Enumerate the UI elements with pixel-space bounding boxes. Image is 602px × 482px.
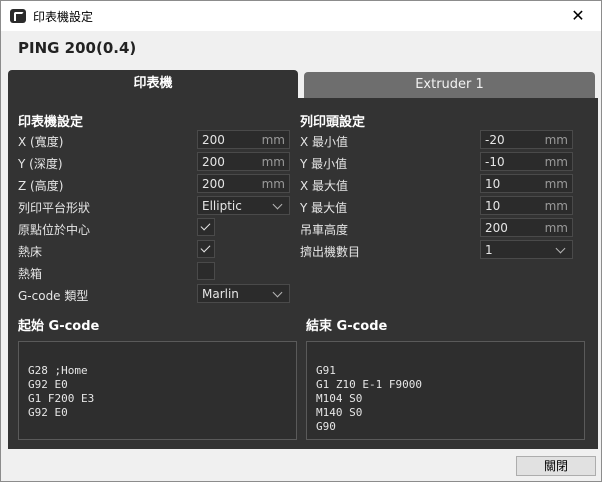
window-title: 印表機設定 <box>33 10 94 24</box>
y-depth-unit: mm <box>261 155 285 169</box>
printhead-settings-title: 列印頭設定 <box>300 115 366 130</box>
heated-volume-checkbox[interactable] <box>197 262 215 280</box>
close-icon[interactable]: ✕ <box>555 1 601 31</box>
x-max-input[interactable]: 10 mm <box>480 174 573 193</box>
heated-bed-label: 熱床 <box>18 245 43 259</box>
gantry-height-input[interactable]: 200 mm <box>480 218 573 237</box>
printer-settings-dialog: 印表機設定 ✕ PING 200(0.4) 印表機 Extruder 1 印表機… <box>0 0 602 482</box>
x-max-value: 10 <box>485 177 501 191</box>
x-width-value: 200 <box>202 133 225 147</box>
y-depth-value: 200 <box>202 155 225 169</box>
x-min-input[interactable]: -20 mm <box>480 130 573 149</box>
heated-volume-label: 熱箱 <box>18 267 43 281</box>
x-min-label: X 最小值 <box>300 135 349 149</box>
x-max-unit: mm <box>544 177 568 191</box>
origin-at-center-checkbox[interactable] <box>197 218 215 236</box>
extruder-count-value: 1 <box>485 243 493 257</box>
x-width-label: X (寬度) <box>18 135 64 149</box>
build-plate-shape-label: 列印平台形狀 <box>18 201 91 215</box>
z-height-value: 200 <box>202 177 225 191</box>
start-gcode-title: 起始 G-code <box>18 319 100 334</box>
chevron-down-icon <box>272 199 283 210</box>
x-width-unit: mm <box>261 133 285 147</box>
build-plate-shape-value: Elliptic <box>202 199 242 213</box>
gantry-height-label: 吊車高度 <box>300 223 349 237</box>
y-depth-input[interactable]: 200 mm <box>197 152 290 171</box>
end-gcode-title: 結束 G-code <box>306 319 388 334</box>
y-min-input[interactable]: -10 mm <box>480 152 573 171</box>
extruder-count-select[interactable]: 1 <box>480 240 573 259</box>
y-min-value: -10 <box>485 155 505 169</box>
heated-bed-checkbox[interactable] <box>197 240 215 258</box>
build-plate-shape-select[interactable]: Elliptic <box>197 196 290 215</box>
y-max-value: 10 <box>485 199 501 213</box>
tab-extruder-1[interactable]: Extruder 1 <box>304 72 595 98</box>
start-gcode-editor[interactable]: G28 ;Home G92 E0 G1 F200 E3 G92 E0 <box>18 341 297 440</box>
close-button[interactable]: 關閉 <box>516 456 596 476</box>
gcode-flavor-label: G-code 類型 <box>18 289 89 303</box>
printer-app-icon <box>10 9 26 23</box>
start-gcode-text: G28 ;Home G92 E0 G1 F200 E3 G92 E0 <box>28 364 95 419</box>
chevron-down-icon <box>555 243 566 254</box>
gcode-flavor-value: Marlin <box>202 287 239 301</box>
y-max-input[interactable]: 10 mm <box>480 196 573 215</box>
y-min-unit: mm <box>544 155 568 169</box>
x-width-input[interactable]: 200 mm <box>197 130 290 149</box>
tab-printer[interactable]: 印表機 <box>8 70 298 98</box>
x-min-unit: mm <box>544 133 568 147</box>
gcode-flavor-select[interactable]: Marlin <box>197 284 290 303</box>
x-min-value: -20 <box>485 133 505 147</box>
y-depth-label: Y (深度) <box>18 157 63 171</box>
z-height-unit: mm <box>261 177 285 191</box>
gantry-height-value: 200 <box>485 221 508 235</box>
origin-at-center-label: 原點位於中心 <box>18 223 91 237</box>
extruder-count-label: 擠出機數目 <box>300 245 361 259</box>
z-height-input[interactable]: 200 mm <box>197 174 290 193</box>
printer-settings-title: 印表機設定 <box>18 115 84 130</box>
tab-bar: 印表機 Extruder 1 <box>8 70 598 98</box>
gantry-height-unit: mm <box>544 221 568 235</box>
y-min-label: Y 最小值 <box>300 157 348 171</box>
title-bar: 印表機設定 ✕ <box>1 1 601 31</box>
printer-name: PING 200(0.4) <box>18 39 137 57</box>
y-max-unit: mm <box>544 199 568 213</box>
end-gcode-editor[interactable]: G91 G1 Z10 E-1 F9000 M104 S0 M140 S0 G90 <box>306 341 585 440</box>
end-gcode-text: G91 G1 Z10 E-1 F9000 M104 S0 M140 S0 G90 <box>316 364 422 433</box>
x-max-label: X 最大值 <box>300 179 349 193</box>
settings-panel: 印表機設定 X (寬度) 200 mm Y (深度) 200 mm Z (高度)… <box>8 98 598 449</box>
z-height-label: Z (高度) <box>18 179 64 193</box>
y-max-label: Y 最大值 <box>300 201 348 215</box>
chevron-down-icon <box>272 287 283 298</box>
